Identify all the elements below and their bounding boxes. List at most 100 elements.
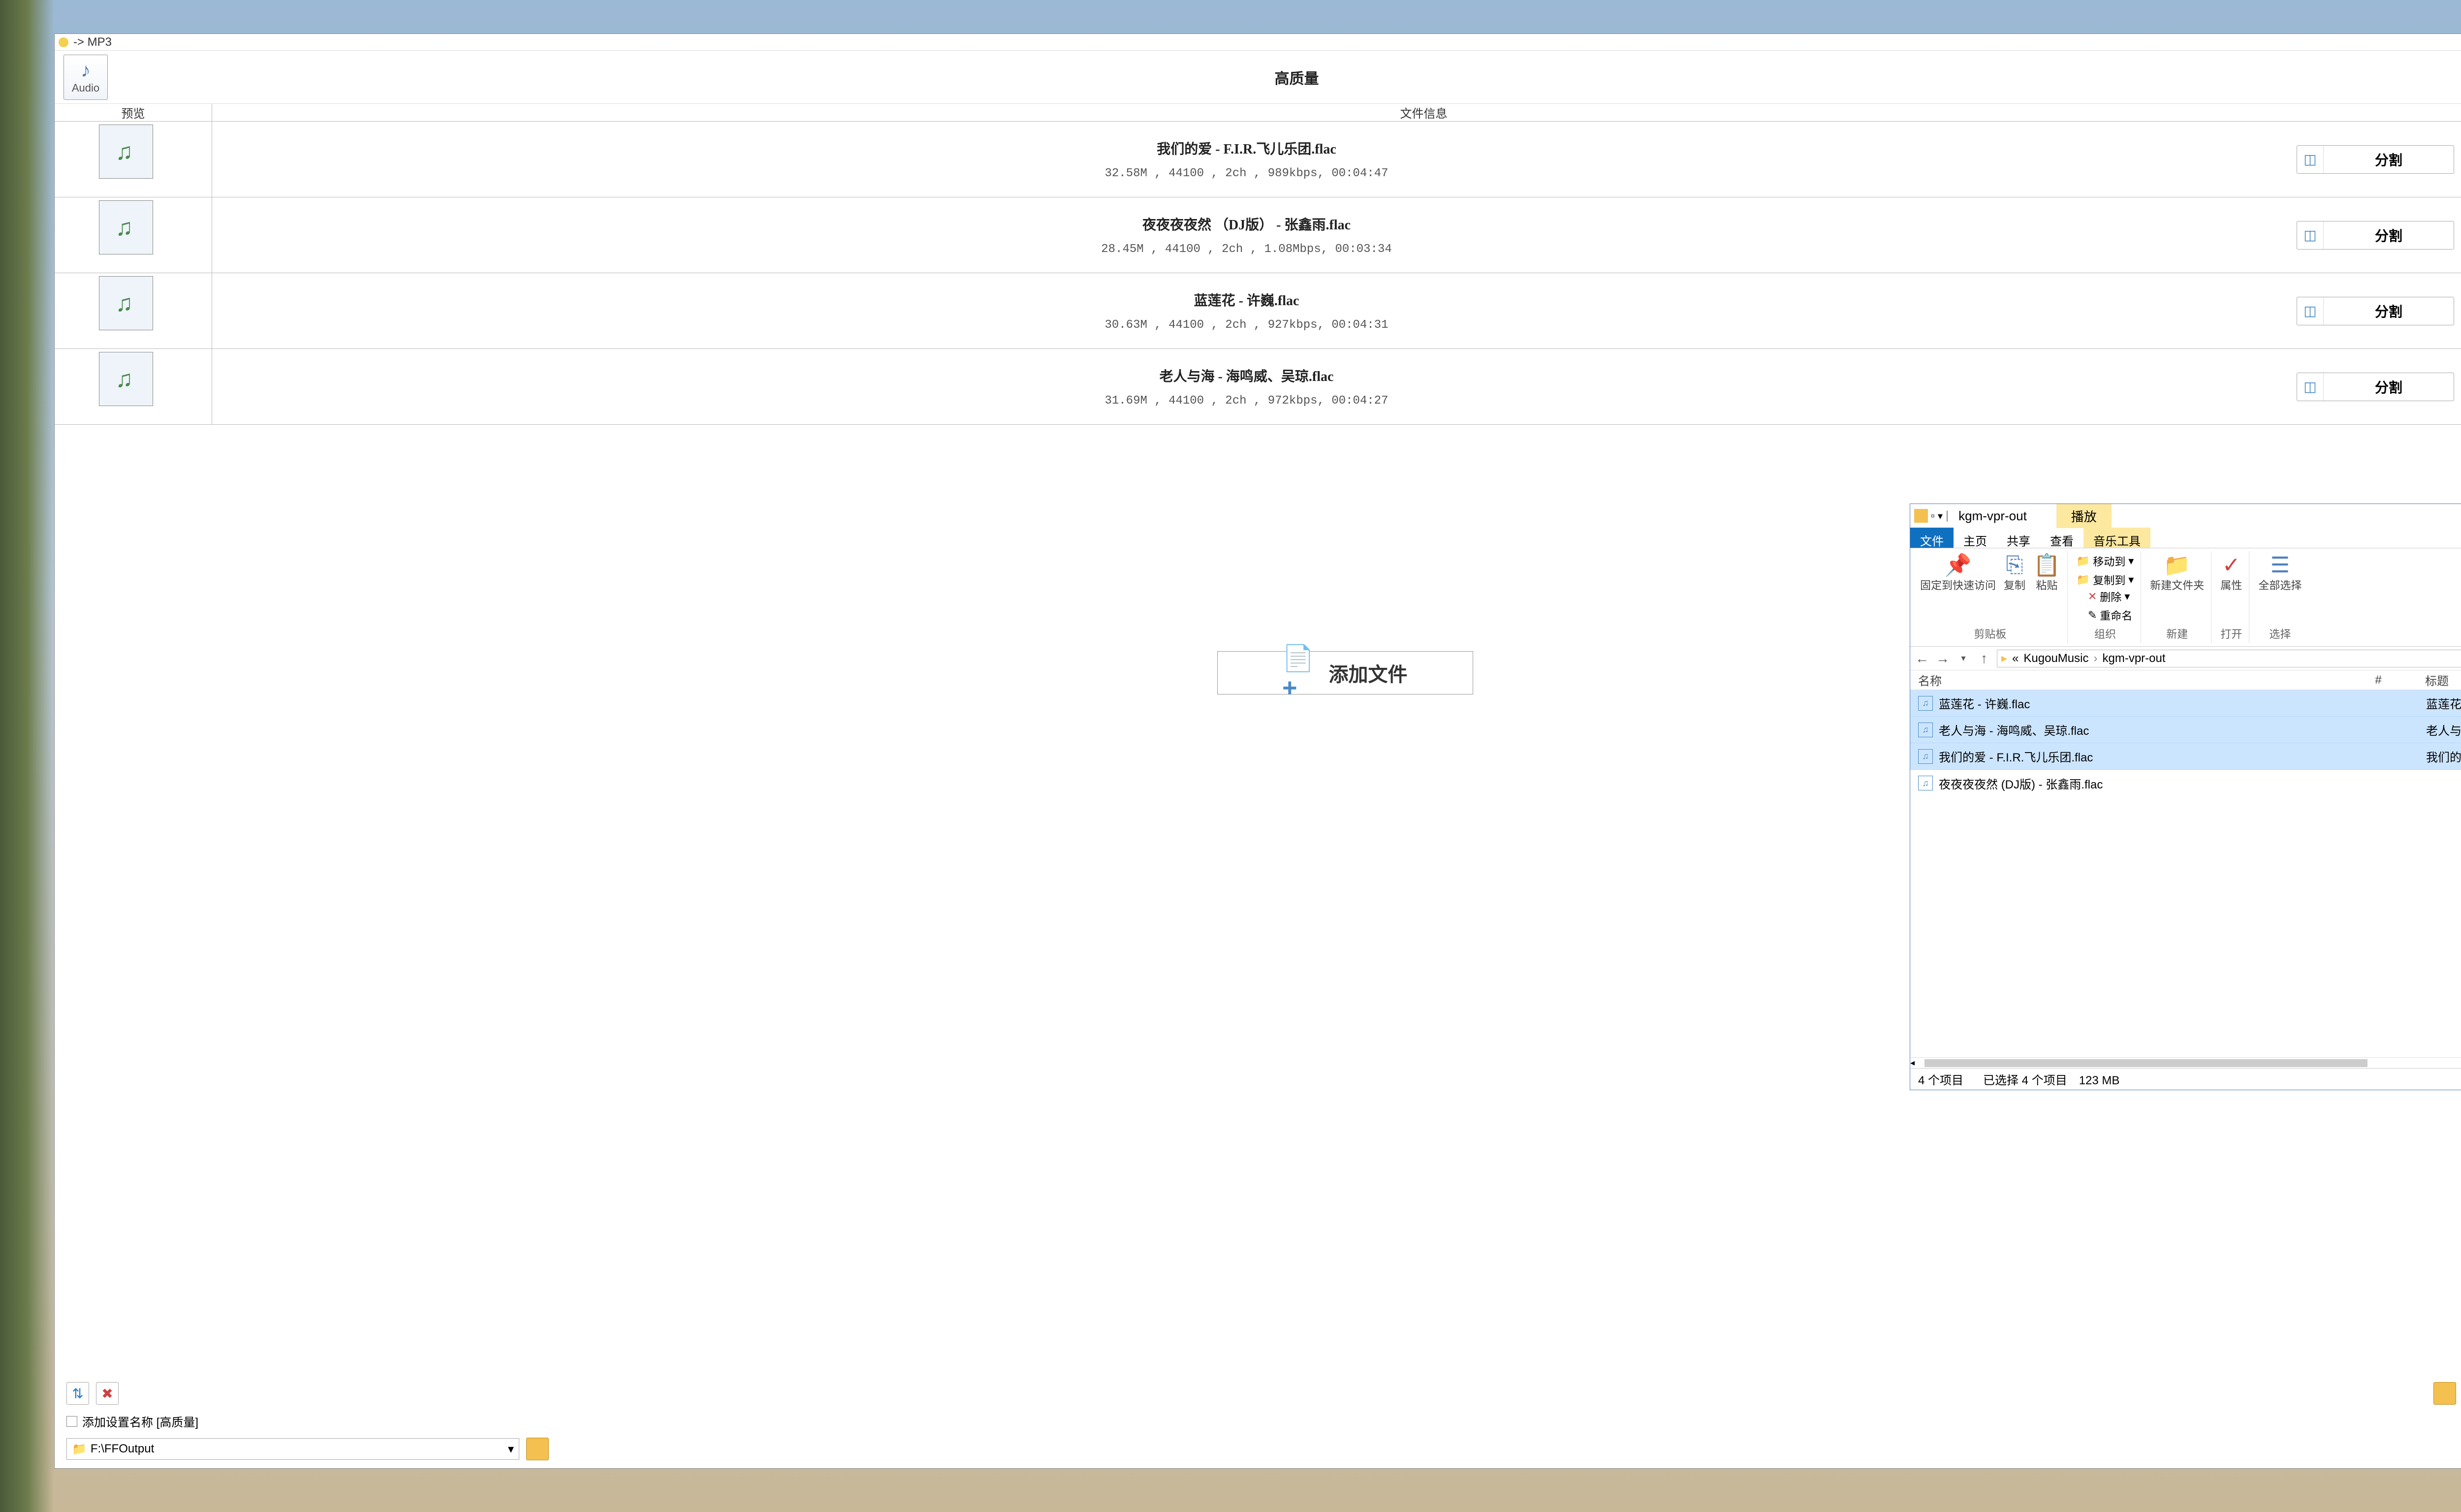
file-meta: 30.63M , 44100 , 2ch , 927kbps, 00:04:31 <box>1104 318 1388 332</box>
delete-button[interactable]: ✕删除 ▾ <box>2088 589 2132 604</box>
recent-dropdown[interactable]: ▾ <box>1956 651 1971 666</box>
audio-thumb-icon <box>99 125 153 179</box>
split-button[interactable]: ◫分割 <box>2297 221 2454 250</box>
flac-file-icon: ♫ <box>1918 776 1933 790</box>
list-item[interactable]: ♫蓝莲花 - 许巍.flac蓝莲花 <box>1910 690 2461 717</box>
split-icon: ◫ <box>2297 373 2324 401</box>
file-title: 蓝莲花 <box>2426 694 2461 712</box>
add-file-dropzone[interactable]: 📄+ 添加文件 <box>1217 651 1473 694</box>
file-name: 老人与海 - 海鸣威、吴琼.flac <box>1160 366 1334 385</box>
properties-button[interactable]: ✓属性 <box>2220 553 2242 593</box>
pin-quickaccess-button[interactable]: 📌固定到快速访问 <box>1920 553 1996 593</box>
info-cell: 我们的爱 - F.I.R.飞儿乐团.flac 32.58M , 44100 , 2… <box>212 122 2281 197</box>
split-button[interactable]: ◫分割 <box>2297 373 2454 401</box>
explorer-title: kgm-vpr-out <box>1958 508 2027 524</box>
folder-icon: ▸ <box>2001 651 2007 665</box>
explorer-titlebar[interactable]: ▫ ▾ | kgm-vpr-out 播放 — ☐ ✕ <box>1910 504 2461 528</box>
ribbon: 📌固定到快速访问 ⎘复制 📋粘贴 剪贴板 📁移动到 ▾ 📁复制到 ▾ ✕删除 ▾… <box>1910 548 2461 647</box>
bottom-bar: ⇅ ✖ 📄 添加文件 添加设置名称 [高质量] 📁 F:\FFOutput ▾ <box>55 1374 2461 1468</box>
output-path-combo[interactable]: 📁 F:\FFOutput ▾ <box>66 1438 519 1460</box>
newfolder-icon: 📁 <box>2164 553 2191 577</box>
address-bar[interactable]: ▸ « KugouMusic › kgm-vpr-out ▾ <box>1997 650 2461 667</box>
folder-icon: 📁 <box>72 1442 87 1456</box>
audio-thumb-icon <box>99 276 153 330</box>
horizontal-scrollbar[interactable]: ◂ ▸ <box>1910 1057 2461 1068</box>
chevron-down-icon: ▾ <box>508 1442 514 1456</box>
audio-format-tile[interactable]: ♪ Audio <box>63 55 108 100</box>
flac-file-icon: ♫ <box>1918 723 1933 737</box>
tab-view[interactable]: 查看 <box>2040 528 2083 548</box>
tab-music-tools[interactable]: 音乐工具 <box>2083 528 2150 548</box>
thumb-cell <box>55 197 212 273</box>
rename-button[interactable]: ✎重命名 <box>2088 607 2132 623</box>
folder-icon <box>1914 509 1928 523</box>
add-file-icon: 📄+ <box>1283 657 1314 689</box>
newfolder-button[interactable]: 📁新建文件夹 <box>2150 553 2204 593</box>
open-folder-button[interactable] <box>2433 1382 2456 1405</box>
file-row[interactable]: 蓝莲花 - 许巍.flac30.63M , 44100 , 2ch , 927k… <box>55 273 2461 349</box>
tab-file[interactable]: 文件 <box>1910 528 1954 548</box>
properties-icon: ✓ <box>2222 553 2240 577</box>
selectall-button[interactable]: ☰全部选择 <box>2258 553 2302 593</box>
file-meta: 32.58M , 44100 , 2ch , 989kbps, 00:04:47 <box>1104 167 1388 180</box>
titlebar[interactable]: -> MP3 — ☐ ✕ <box>55 34 2461 51</box>
tab-home[interactable]: 主页 <box>1954 528 1997 548</box>
pin-icon: 📌 <box>1945 553 1972 577</box>
column-headers[interactable]: 名称 # 标题 <box>1910 670 2461 690</box>
qat-icon[interactable]: ▫ <box>1931 509 1935 522</box>
file-row[interactable]: 老人与海 - 海鸣威、吴琼.flac 31.69M , 44100 , 2ch ,… <box>55 349 2461 425</box>
window-title: -> MP3 <box>73 35 2461 49</box>
copy-button[interactable]: ⎘复制 <box>2004 553 2025 593</box>
file-name: 我们的爱 - F.I.R.飞儿乐团.flac <box>1939 748 2333 765</box>
paste-button[interactable]: 📋粘贴 <box>2033 553 2060 593</box>
music-note-icon: ♪ <box>81 60 91 82</box>
file-name: 老人与海 - 海鸣威、吴琼.flac <box>1939 721 2333 738</box>
status-selected: 已选择 4 个项目 123 MB <box>1983 1071 2119 1088</box>
quality-title: 高质量 <box>108 66 2461 88</box>
split-icon: ◫ <box>2297 297 2324 325</box>
moveto-button[interactable]: 📁移动到 ▾ <box>2077 553 2134 569</box>
tab-share[interactable]: 共享 <box>1997 528 2040 548</box>
thumb-cell <box>55 273 212 348</box>
column-headers: 预览 文件信息 <box>55 104 2461 122</box>
forward-button[interactable]: → <box>1935 651 1951 666</box>
paste-icon: 📋 <box>2033 553 2060 577</box>
toolbar: ♪ Audio 高质量 ⚙ 输出配置 <box>55 51 2461 104</box>
back-button[interactable]: ← <box>1914 651 1930 666</box>
col-header-title[interactable]: 标题 <box>2425 671 2461 689</box>
file-meta: 28.45M , 44100 , 2ch , 1.08Mbps, 00:03:3… <box>1101 243 1392 256</box>
info-cell: 老人与海 - 海鸣威、吴琼.flac 31.69M , 44100 , 2ch ,… <box>212 349 2281 424</box>
merge-button[interactable]: ⇅ <box>66 1382 89 1405</box>
split-button[interactable]: ◫分割 <box>2297 145 2454 174</box>
file-name: 夜夜夜夜然 (DJ版) - 张鑫雨.flac <box>1939 775 2333 792</box>
file-row[interactable]: 我们的爱 - F.I.R.飞儿乐团.flac 32.58M , 44100 , 2… <box>55 122 2461 197</box>
file-name: 我们的爱 - F.I.R.飞儿乐团.flac <box>1157 138 1336 158</box>
copyto-button[interactable]: 📁复制到 ▾ <box>2077 572 2134 588</box>
col-header-name[interactable]: 名称 <box>1918 671 2332 689</box>
split-icon: ◫ <box>2297 146 2324 173</box>
qat-separator: | <box>1946 509 1949 523</box>
list-item[interactable]: ♫我们的爱 - F.I.R.飞儿乐团.flac我们的爱 <box>1910 743 2461 770</box>
copyto-icon: 📁 <box>2077 573 2090 586</box>
file-name: 夜夜夜夜然 （DJ版） - 张鑫雨.flac <box>1142 214 1351 234</box>
browse-folder-button[interactable] <box>526 1438 549 1460</box>
audio-thumb-icon <box>99 200 153 254</box>
contextual-tab-play[interactable]: 播放 <box>2056 504 2112 528</box>
header-preview: 预览 <box>55 104 212 121</box>
split-button[interactable]: ◫分割 <box>2297 297 2454 325</box>
remove-button[interactable]: ✖ <box>96 1382 119 1405</box>
col-header-number[interactable]: # <box>2332 673 2425 687</box>
list-item[interactable]: ♫ 夜夜夜夜然 (DJ版) - 张鑫雨.flac <box>1910 770 2461 796</box>
qat-dropdown-icon[interactable]: ▾ <box>1938 510 1943 522</box>
file-list: 我们的爱 - F.I.R.飞儿乐团.flac 32.58M , 44100 , 2… <box>55 122 2461 425</box>
header-info: 文件信息 <box>212 104 2461 121</box>
up-button[interactable]: ↑ <box>1976 651 1992 666</box>
list-item[interactable]: ♫老人与海 - 海鸣威、吴琼.flac老人与海 <box>1910 717 2461 743</box>
copy-icon: ⎘ <box>2006 553 2023 577</box>
delete-icon: ✕ <box>2088 590 2097 603</box>
append-settings-name-checkbox[interactable]: 添加设置名称 [高质量] <box>66 1413 2461 1430</box>
file-meta: 31.69M , 44100 , 2ch , 972kbps, 00:04:27 <box>1104 394 1388 408</box>
status-bar: 4 个项目 已选择 4 个项目 123 MB ☰ ▦ <box>1910 1068 2461 1090</box>
thumb-cell <box>55 349 212 424</box>
file-row[interactable]: 夜夜夜夜然 （DJ版） - 张鑫雨.flac 28.45M , 44100 , 2… <box>55 197 2461 273</box>
